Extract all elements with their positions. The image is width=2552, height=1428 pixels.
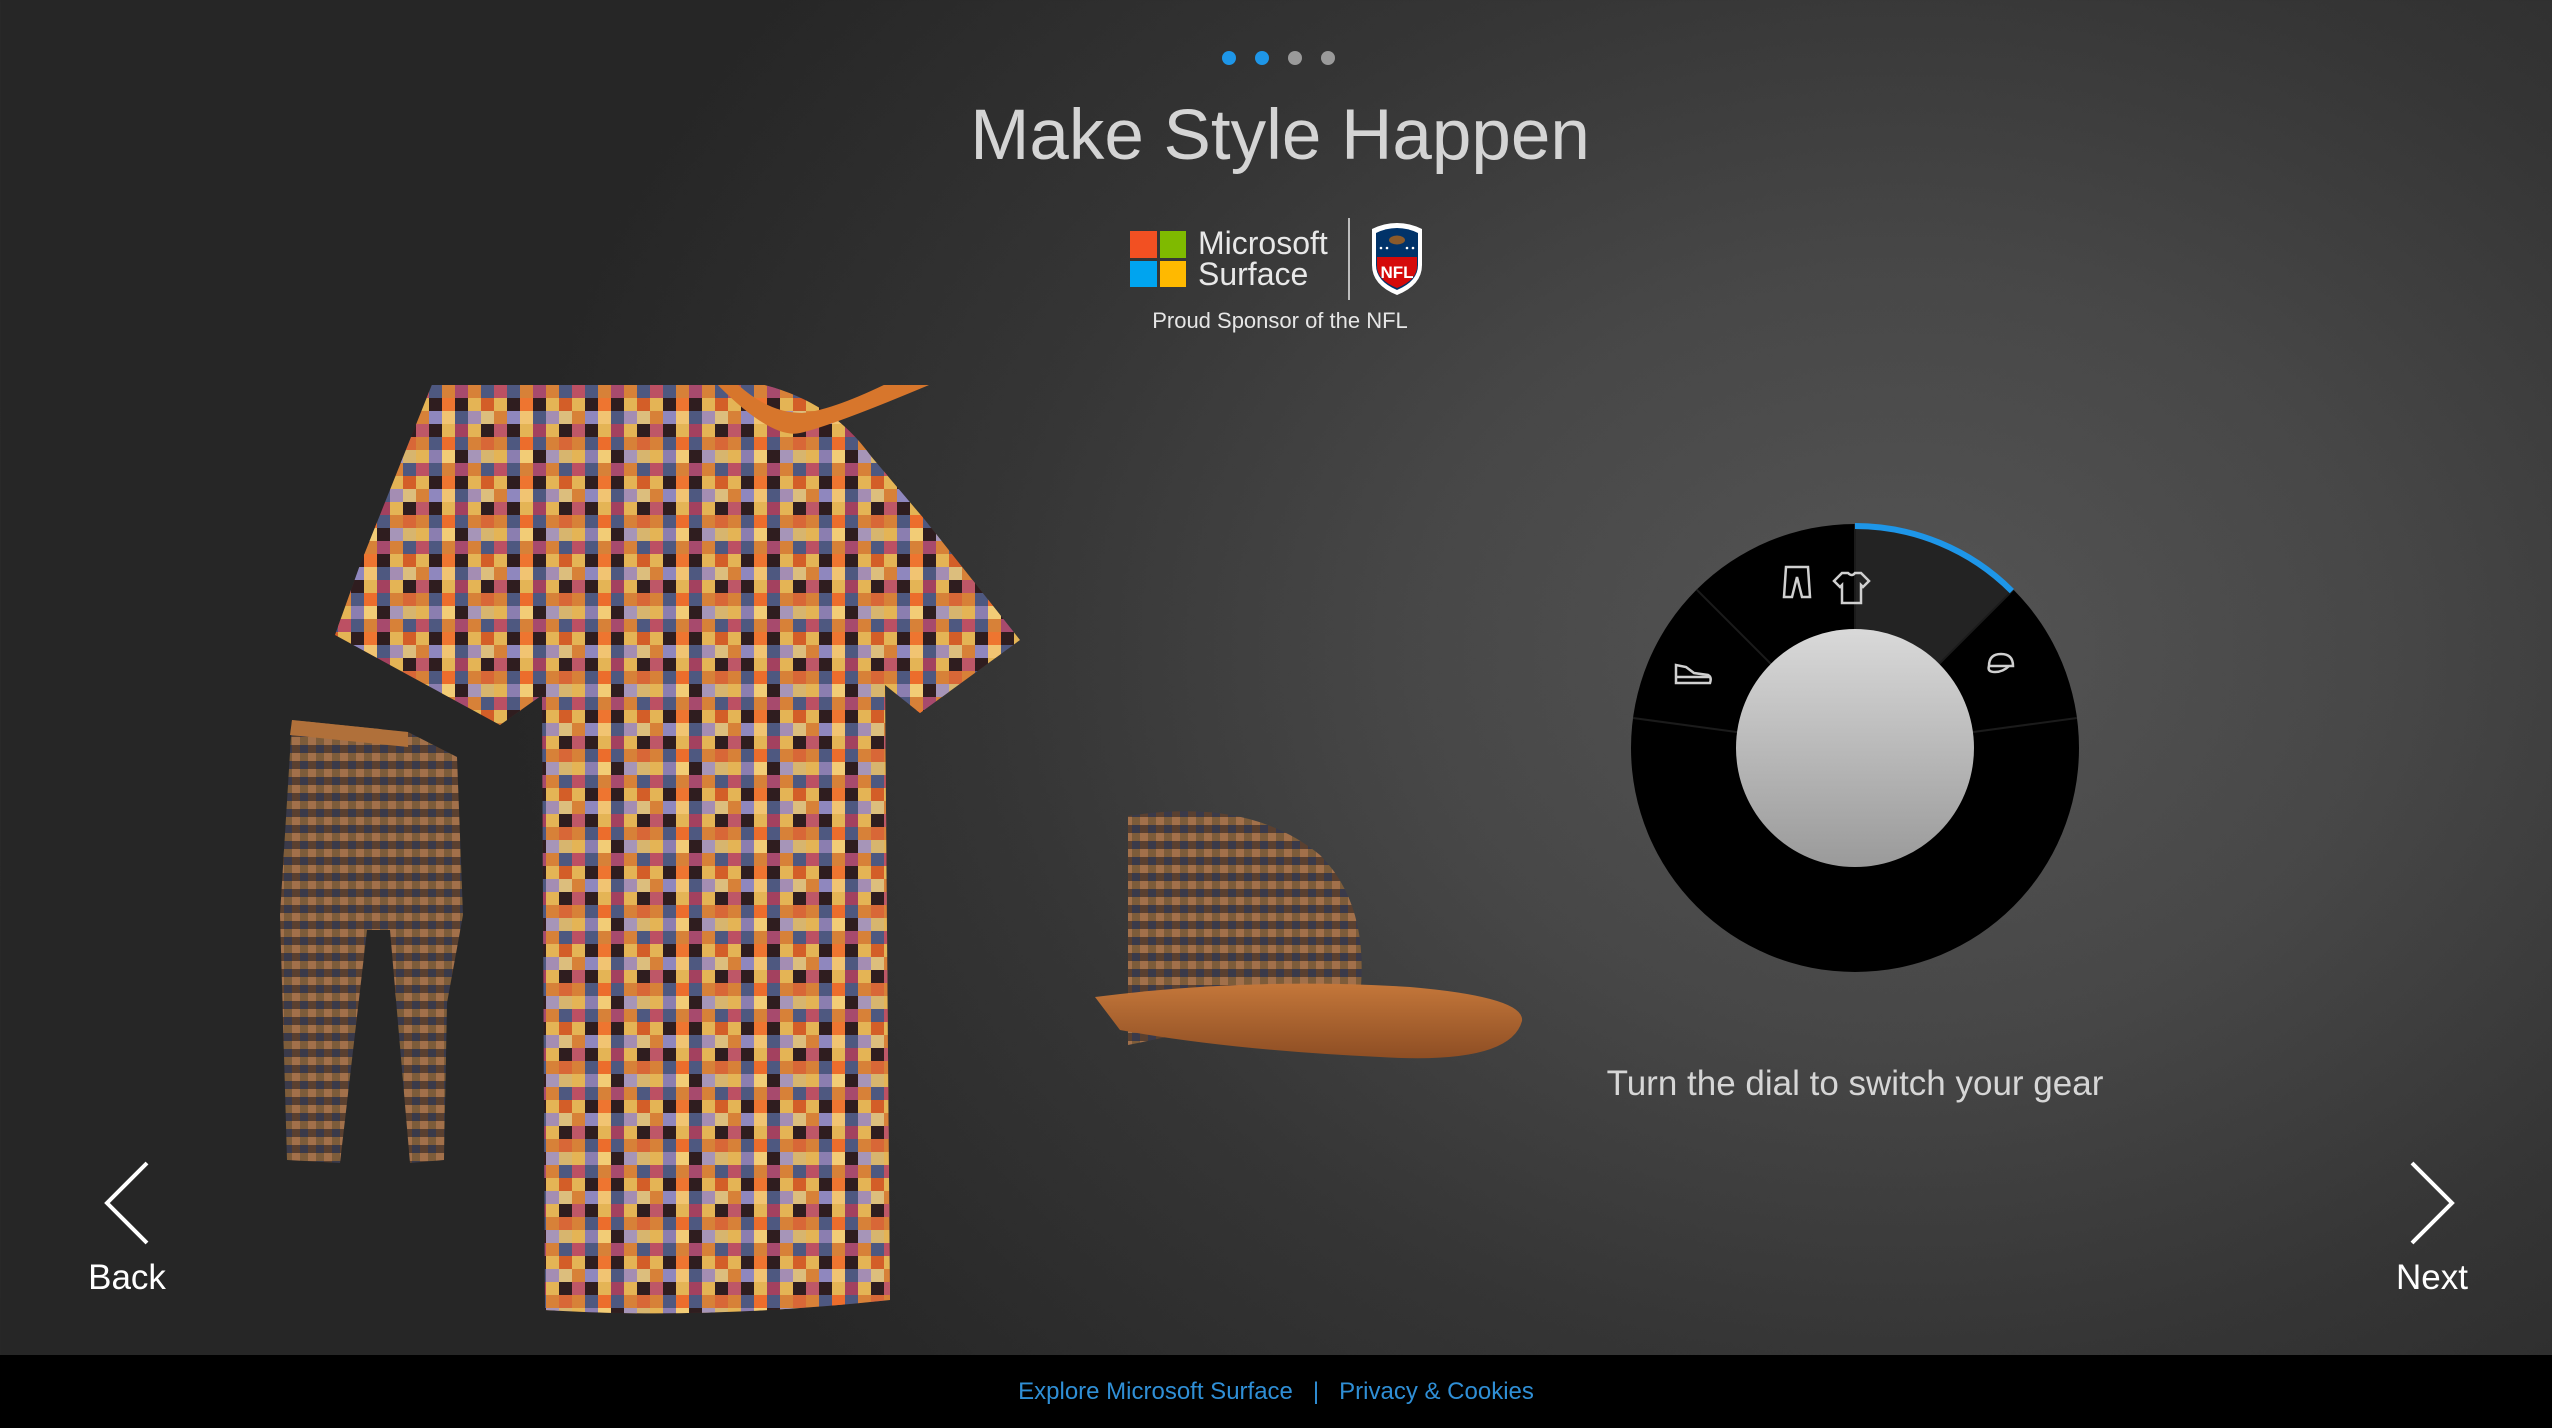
footer-bar: Explore Microsoft Surface | Privacy & Co…: [0, 1355, 2552, 1428]
footer-separator: |: [1312, 1377, 1320, 1405]
dial-knob[interactable]: [1736, 629, 1974, 867]
dial-instruction: Turn the dial to switch your gear: [1606, 1064, 2104, 1103]
next-label: Next: [2396, 1258, 2468, 1297]
pager-dot-2[interactable]: [1255, 51, 1269, 65]
surface-dial[interactable]: [1630, 523, 2080, 973]
logo-divider: [1347, 218, 1350, 300]
pants-graphic: [280, 720, 463, 1163]
pager-dot-3[interactable]: [1288, 51, 1302, 65]
gear-preview: [260, 385, 1550, 1345]
back-label: Back: [88, 1258, 166, 1297]
sponsor-logos: Microsoft Surface NFL: [1130, 218, 1426, 300]
nfl-shield-icon: NFL: [1371, 223, 1422, 295]
microsoft-surface-wordmark: Microsoft Surface: [1198, 225, 1328, 292]
page-title: Make Style Happen: [970, 96, 1590, 175]
pager-dots: [1222, 51, 1335, 65]
gear-svg: [280, 385, 1523, 1314]
pager-dot-1[interactable]: [1222, 51, 1236, 65]
privacy-cookies-link[interactable]: Privacy & Cookies: [1339, 1378, 1534, 1406]
wordmark-line-2: Surface: [1198, 256, 1309, 292]
sponsor-caption: Proud Sponsor of the NFL: [1152, 308, 1408, 333]
chevron-left-icon: [104, 1161, 149, 1245]
explore-surface-link[interactable]: Explore Microsoft Surface: [1018, 1378, 1293, 1406]
nfl-logo-text: NFL: [1380, 263, 1413, 282]
microsoft-logo-icon: [1130, 231, 1186, 287]
chevron-right-icon: [2410, 1161, 2455, 1245]
pager-dot-4[interactable]: [1321, 51, 1335, 65]
wordmark-line-1: Microsoft: [1198, 225, 1328, 261]
next-button[interactable]: Next: [2362, 1160, 2502, 1320]
back-button[interactable]: Back: [57, 1160, 197, 1320]
cap-graphic: [1095, 811, 1523, 1059]
